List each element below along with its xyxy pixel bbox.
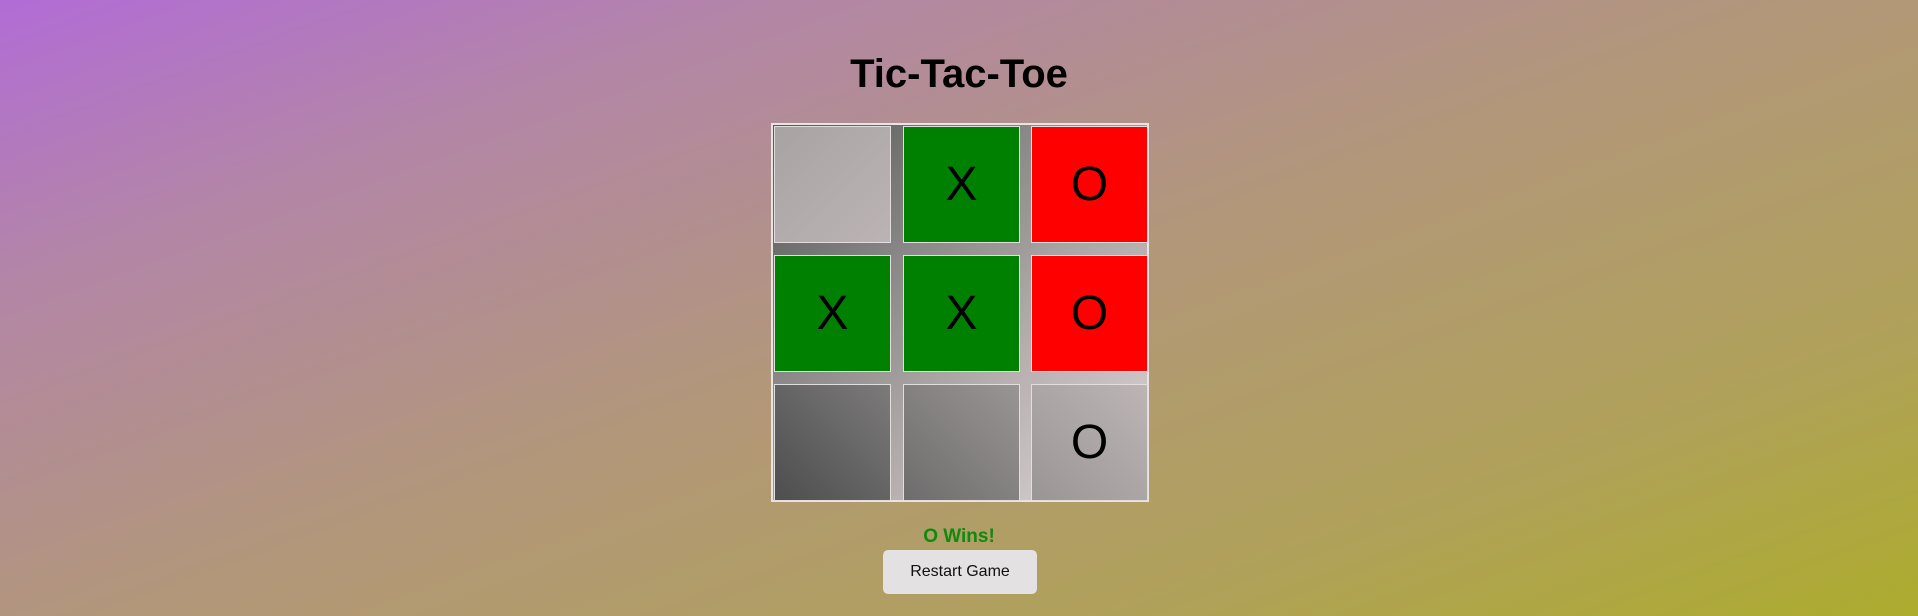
game-board: X O X X O O [771, 123, 1149, 502]
restart-game-button[interactable]: Restart Game [883, 550, 1037, 594]
board-cell-2[interactable]: X [903, 126, 1020, 243]
board-cell-7[interactable] [774, 384, 891, 501]
board-cell-4[interactable]: X [774, 255, 891, 372]
board-cell-5[interactable]: X [903, 255, 1020, 372]
board-cell-1[interactable] [774, 126, 891, 243]
board-cell-3[interactable]: O [1031, 126, 1148, 243]
board-cell-8[interactable] [903, 384, 1020, 501]
board-cell-6[interactable]: O [1031, 255, 1148, 372]
board-cell-9[interactable]: O [1031, 384, 1148, 501]
game-status: O Wins! [923, 526, 995, 547]
game-title: Tic-Tac-Toe [850, 52, 1068, 96]
